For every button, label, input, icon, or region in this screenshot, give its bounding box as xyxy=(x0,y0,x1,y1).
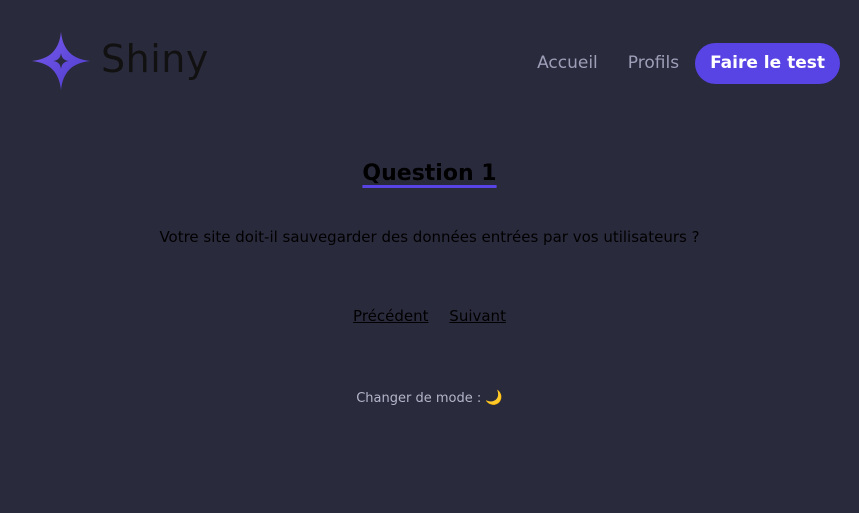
nav-home-link[interactable]: Accueil xyxy=(537,43,598,84)
next-link[interactable]: Suivant xyxy=(449,307,506,325)
question-text: Votre site doit-il sauvegarder des donné… xyxy=(159,228,700,246)
question-pager: Précédent Suivant xyxy=(0,307,859,325)
moon-icon[interactable]: 🌙 xyxy=(485,390,502,406)
logo-link[interactable]: Shiny xyxy=(32,32,209,90)
header: Shiny Accueil Profils Faire le test xyxy=(0,0,859,125)
mode-label: Changer de mode : xyxy=(356,391,482,406)
nav-profiles-link[interactable]: Profils xyxy=(628,43,679,84)
question-title-wrapper: Question 1 xyxy=(0,150,859,188)
logo-text: Shiny xyxy=(101,37,209,81)
star-icon xyxy=(32,32,90,90)
previous-link[interactable]: Précédent xyxy=(353,307,428,325)
question-title: Question 1 xyxy=(362,161,497,186)
take-test-button[interactable]: Faire le test xyxy=(695,43,840,84)
main-nav: Accueil Profils Faire le test xyxy=(537,43,840,84)
mode-switcher: Changer de mode : 🌙 xyxy=(0,390,859,406)
